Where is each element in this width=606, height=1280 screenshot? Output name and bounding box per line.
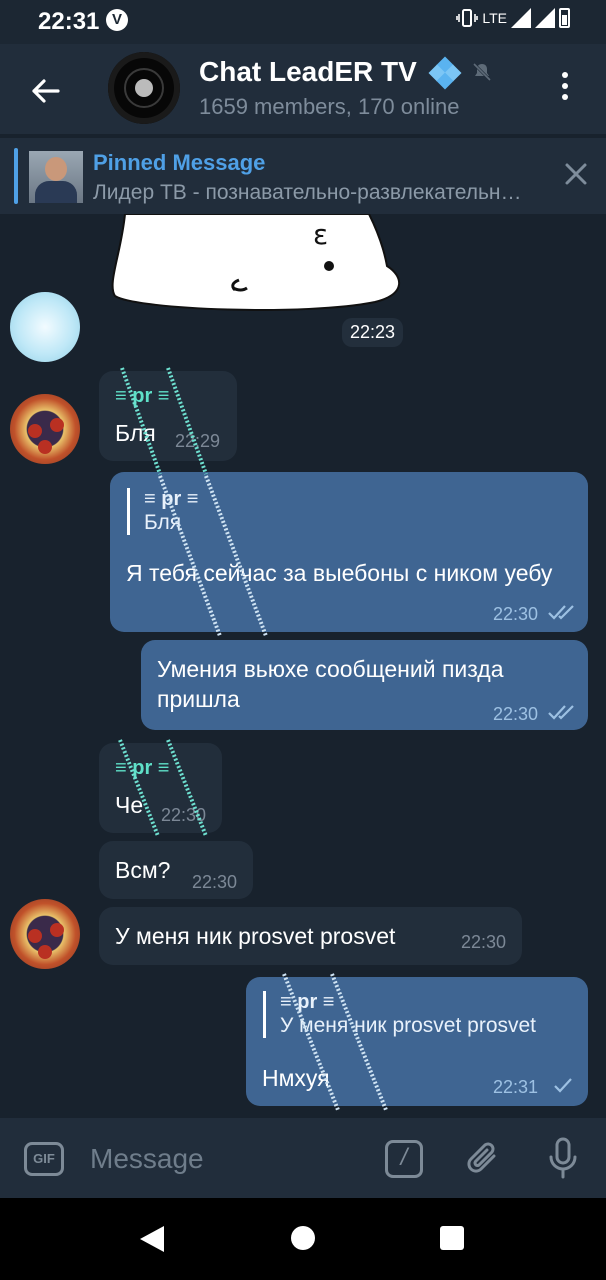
pinned-thumbnail bbox=[29, 151, 83, 203]
message-text: Всм? bbox=[115, 857, 171, 883]
diamond-icon bbox=[428, 56, 462, 90]
reply-text: У меня ник prosvet prosvet bbox=[280, 1014, 537, 1037]
clock: 22:31 bbox=[38, 8, 100, 35]
system-nav-bar bbox=[0, 1198, 606, 1280]
network-label: LTE bbox=[482, 10, 507, 26]
vibrate-icon bbox=[456, 9, 479, 27]
status-icons: LTE bbox=[456, 8, 570, 28]
more-vertical-icon[interactable] bbox=[559, 72, 571, 106]
message-bubble[interactable]: Умения вьюхе сообщений пизда пришла 22:3… bbox=[141, 640, 588, 730]
reply-sender: ≡ pr ≡ bbox=[144, 488, 199, 510]
message-input[interactable] bbox=[88, 1136, 372, 1182]
chat-header: Chat LeadER TV 1659 members, 170 online bbox=[0, 44, 606, 134]
message-bubble[interactable]: ≡ pr ≡ У меня ник prosvet prosvet Нмхуя … bbox=[246, 977, 588, 1106]
message-bubble[interactable]: У меня ник prosvet prosvet 22:30 bbox=[99, 907, 522, 965]
sender-name[interactable]: ≡ pr ≡ bbox=[115, 757, 169, 780]
message-bubble[interactable]: ≡ pr ≡ Бля Я тебя сейчас за выебоны с ни… bbox=[110, 472, 588, 632]
message-text: Че bbox=[115, 792, 144, 818]
pinned-text: Лидер ТВ - познавательно-развлекательный… bbox=[93, 181, 533, 204]
microphone-icon[interactable] bbox=[546, 1136, 580, 1180]
chat-title[interactable]: Chat LeadER TV bbox=[199, 56, 417, 88]
gif-button[interactable]: GIF bbox=[24, 1142, 64, 1176]
sticker-image[interactable]: ɛ bbox=[107, 214, 407, 314]
channel-avatar[interactable] bbox=[108, 52, 180, 124]
double-check-icon bbox=[548, 605, 574, 620]
message-time: 22:30 bbox=[493, 604, 539, 624]
pinned-message-bar[interactable]: Pinned Message Лидер ТВ - познавательно-… bbox=[0, 136, 606, 216]
message-bubble[interactable]: ≡ pr ≡ Бля 22:29 bbox=[99, 371, 237, 461]
reply-text: Бля bbox=[144, 511, 182, 534]
message-time: 22:30 bbox=[493, 704, 539, 724]
message-time: 22:30 bbox=[461, 932, 507, 952]
reply-preview[interactable]: ≡ pr ≡ У меня ник prosvet prosvet bbox=[263, 991, 536, 1038]
reply-sender: ≡ pr ≡ bbox=[280, 991, 335, 1013]
message-composer: GIF / bbox=[0, 1118, 606, 1198]
close-icon[interactable] bbox=[564, 162, 588, 186]
check-icon bbox=[554, 1078, 572, 1093]
muted-bell-icon bbox=[472, 62, 492, 82]
message-bubble[interactable]: ≡ pr ≡ Че 22:30 bbox=[99, 743, 222, 833]
signal-icon bbox=[511, 8, 531, 28]
bot-commands-button[interactable]: / bbox=[385, 1140, 423, 1178]
message-list[interactable]: ɛ 22:23 ≡ pr ≡ Бля 22:29 ≡ pr ≡ Бля Я те… bbox=[0, 214, 606, 1118]
pinned-title: Pinned Message bbox=[93, 150, 266, 175]
avatar[interactable] bbox=[10, 394, 80, 464]
avatar[interactable] bbox=[10, 292, 80, 362]
paperclip-icon[interactable] bbox=[466, 1138, 502, 1178]
svg-text:ɛ: ɛ bbox=[313, 218, 328, 251]
nav-home-icon[interactable] bbox=[291, 1226, 315, 1250]
message-time: 22:29 bbox=[175, 431, 221, 451]
chat-subtitle: 1659 members, 170 online bbox=[199, 94, 460, 119]
reply-preview[interactable]: ≡ pr ≡ Бля bbox=[127, 488, 198, 535]
arrow-left-icon[interactable] bbox=[28, 74, 62, 108]
nav-back-icon[interactable] bbox=[140, 1226, 164, 1252]
message-time: 22:30 bbox=[161, 805, 207, 825]
message-text: Нмхуя bbox=[262, 1065, 330, 1091]
message-time: 22:23 bbox=[342, 318, 404, 347]
message-text: Бля bbox=[115, 420, 156, 446]
pinned-accent-bar bbox=[14, 148, 18, 204]
sender-name[interactable]: ≡ pr ≡ bbox=[115, 385, 169, 408]
carrier-badge: V bbox=[106, 9, 128, 31]
message-text: У меня ник prosvet prosvet bbox=[115, 923, 396, 949]
battery-icon bbox=[559, 8, 570, 28]
status-bar: 22:31 V LTE bbox=[0, 0, 606, 44]
message-time: 22:31 bbox=[493, 1077, 539, 1097]
nav-recents-icon[interactable] bbox=[440, 1226, 464, 1250]
avatar[interactable] bbox=[10, 899, 80, 969]
message-text: Я тебя сейчас за выебоны с ником уебу bbox=[126, 560, 553, 586]
message-bubble[interactable]: Всм? 22:30 bbox=[99, 841, 253, 899]
double-check-icon bbox=[548, 705, 574, 720]
signal-icon-2 bbox=[535, 8, 555, 28]
message-time: 22:30 bbox=[192, 872, 238, 892]
